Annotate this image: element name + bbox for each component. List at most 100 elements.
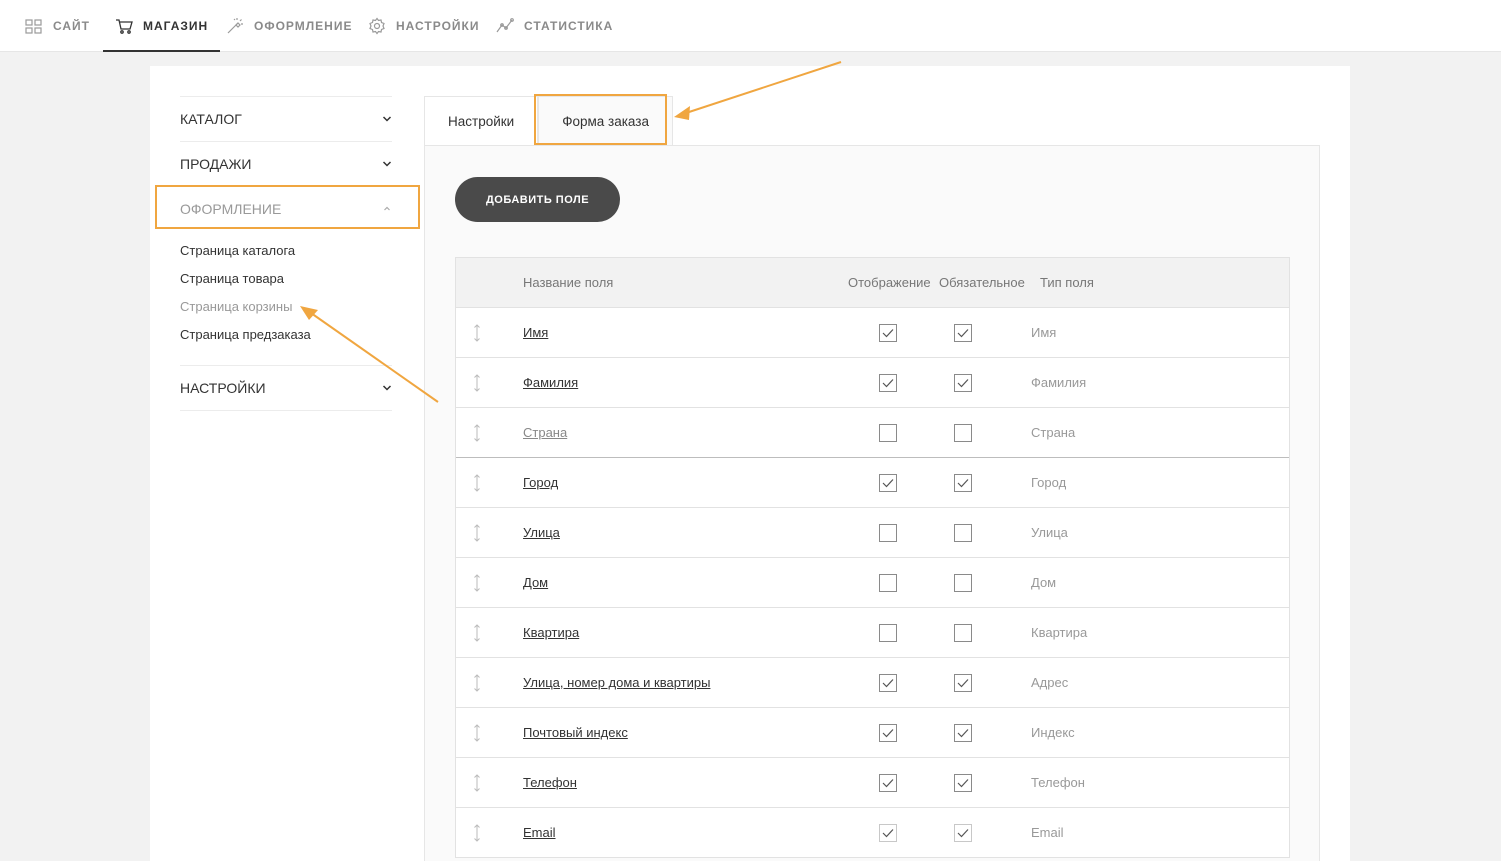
required-checkbox[interactable]: [954, 624, 972, 642]
field-type: Имя: [1031, 325, 1057, 340]
display-checkbox[interactable]: [879, 374, 897, 392]
table-header: Название поля Отображение Обязательное Т…: [456, 258, 1289, 308]
nav-item-site[interactable]: САЙТ: [25, 0, 90, 52]
sidebar-subitems: Страница каталога Страница товара Страни…: [180, 231, 392, 365]
sidebar-section-label: ПРОДАЖИ: [180, 156, 252, 172]
required-checkbox[interactable]: [954, 424, 972, 442]
required-checkbox[interactable]: [954, 474, 972, 492]
cart-icon: [116, 19, 133, 34]
required-checkbox[interactable]: [954, 774, 972, 792]
field-name-link[interactable]: Улица, номер дома и квартиры: [523, 675, 710, 690]
chart-line-icon: [496, 18, 514, 33]
display-checkbox[interactable]: [879, 474, 897, 492]
sidebar-section-design[interactable]: ОФОРМЛЕНИЕ: [180, 186, 392, 231]
drag-handle-icon[interactable]: [473, 774, 481, 792]
sidebar-link-catalog-page[interactable]: Страница каталога: [180, 237, 392, 265]
sidebar-link-product-page[interactable]: Страница товара: [180, 265, 392, 293]
checkmark-icon: [957, 729, 969, 738]
display-checkbox[interactable]: [879, 674, 897, 692]
drag-handle-icon[interactable]: [473, 674, 481, 692]
sidebar-link-preorder-page[interactable]: Страница предзаказа: [180, 321, 392, 349]
sidebar-section-label: НАСТРОЙКИ: [180, 380, 266, 396]
drag-handle-icon[interactable]: [473, 324, 481, 342]
field-name-link[interactable]: Улица: [523, 525, 560, 540]
field-type: Улица: [1031, 525, 1068, 540]
checkmark-icon: [957, 829, 969, 838]
required-checkbox[interactable]: [954, 374, 972, 392]
chevron-down-icon: [382, 385, 392, 391]
sidebar-section-catalog[interactable]: КАТАЛОГ: [180, 96, 392, 141]
checkmark-icon: [957, 779, 969, 788]
nav-item-shop[interactable]: МАГАЗИН: [102, 0, 221, 52]
drag-handle-icon[interactable]: [473, 374, 481, 392]
nav-item-label: САЙТ: [53, 19, 90, 33]
column-header-required: Обязательное: [939, 275, 1025, 290]
field-name-link[interactable]: Телефон: [523, 775, 577, 790]
add-field-button[interactable]: ДОБАВИТЬ ПОЛЕ: [455, 177, 620, 222]
field-name-link[interactable]: Фамилия: [523, 375, 578, 390]
required-checkbox[interactable]: [954, 574, 972, 592]
nav-item-label: СТАТИСТИКА: [524, 19, 614, 33]
table-row: Улица Улица: [456, 508, 1289, 558]
table-row: Телефон Телефон: [456, 758, 1289, 808]
column-header-display: Отображение: [848, 275, 931, 290]
nav-item-statistics[interactable]: СТАТИСТИКА: [496, 0, 613, 52]
tab-bar: Настройки Форма заказа: [424, 96, 673, 145]
checkmark-icon: [882, 329, 894, 338]
nav-item-design[interactable]: ОФОРМЛЕНИЕ: [226, 0, 352, 52]
drag-handle-icon[interactable]: [473, 474, 481, 492]
table-row: Фамилия Фамилия: [456, 358, 1289, 408]
field-type: Телефон: [1031, 775, 1085, 790]
required-checkbox[interactable]: [954, 824, 972, 842]
field-name-link[interactable]: Имя: [523, 325, 548, 340]
display-checkbox[interactable]: [879, 424, 897, 442]
display-checkbox[interactable]: [879, 774, 897, 792]
order-form-panel: ДОБАВИТЬ ПОЛЕ Название поля Отображение …: [424, 145, 1320, 861]
drag-handle-icon[interactable]: [473, 724, 481, 742]
field-type: Город: [1031, 475, 1067, 490]
field-name-link[interactable]: Квартира: [523, 625, 579, 640]
field-name-link[interactable]: Дом: [523, 575, 548, 590]
required-checkbox[interactable]: [954, 324, 972, 342]
checkmark-icon: [882, 729, 894, 738]
sidebar-section-sales[interactable]: ПРОДАЖИ: [180, 141, 392, 186]
tab-order-form[interactable]: Форма заказа: [538, 96, 673, 145]
required-checkbox[interactable]: [954, 674, 972, 692]
nav-item-label: МАГАЗИН: [143, 19, 209, 33]
field-name-link[interactable]: Email: [523, 825, 556, 840]
display-checkbox[interactable]: [879, 824, 897, 842]
display-checkbox[interactable]: [879, 624, 897, 642]
tab-settings[interactable]: Настройки: [424, 96, 539, 145]
nav-item-label: НАСТРОЙКИ: [396, 19, 480, 33]
checkmark-icon: [957, 329, 969, 338]
nav-item-settings[interactable]: НАСТРОЙКИ: [368, 0, 479, 52]
field-type: Email: [1031, 825, 1064, 840]
top-navigation: САЙТ МАГАЗИН ОФОРМЛЕНИЕ НАСТРОЙКИ СТАТИС…: [0, 0, 1501, 52]
sidebar-link-cart-page[interactable]: Страница корзины: [180, 293, 392, 321]
table-row: Улица, номер дома и квартиры Адрес: [456, 658, 1289, 708]
field-name-link[interactable]: Почтовый индекс: [523, 725, 628, 740]
drag-handle-icon[interactable]: [473, 524, 481, 542]
grid-icon: [25, 19, 42, 34]
required-checkbox[interactable]: [954, 724, 972, 742]
drag-handle-icon[interactable]: [473, 424, 481, 442]
table-row: Страна Страна: [456, 408, 1289, 458]
drag-handle-icon[interactable]: [473, 824, 481, 842]
display-checkbox[interactable]: [879, 574, 897, 592]
table-row: Город Город: [456, 458, 1289, 508]
sidebar-section-settings[interactable]: НАСТРОЙКИ: [180, 365, 392, 410]
field-type: Индекс: [1031, 725, 1075, 740]
field-type: Адрес: [1031, 675, 1069, 690]
checkmark-icon: [882, 779, 894, 788]
drag-handle-icon[interactable]: [473, 624, 481, 642]
field-name-link[interactable]: Страна: [523, 425, 567, 440]
display-checkbox[interactable]: [879, 324, 897, 342]
field-name-link[interactable]: Город: [523, 475, 558, 490]
display-checkbox[interactable]: [879, 524, 897, 542]
chevron-up-icon: [384, 206, 390, 211]
drag-handle-icon[interactable]: [473, 574, 481, 592]
required-checkbox[interactable]: [954, 524, 972, 542]
field-type: Фамилия: [1031, 375, 1087, 390]
column-header-name: Название поля: [523, 275, 614, 290]
display-checkbox[interactable]: [879, 724, 897, 742]
